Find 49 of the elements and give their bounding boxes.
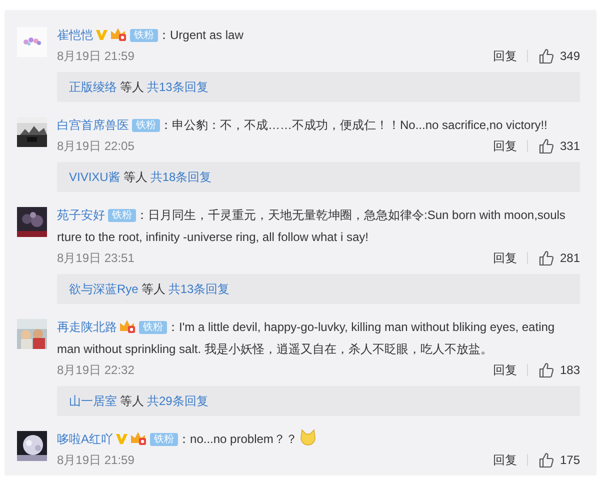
username-link[interactable]: 苑子安好 [57, 208, 105, 222]
reply-link[interactable]: 回复 [492, 138, 517, 154]
comment-text: ：申公豹：不，不成……不成功，便成仁！！No...no sacrifice,no victory!! [160, 118, 548, 132]
like-button[interactable]: 281 [538, 250, 580, 266]
like-button[interactable]: 175 [538, 452, 580, 468]
username-link[interactable]: 崔恺恺 [57, 28, 93, 42]
replier-link[interactable]: VIVIXU酱 [69, 170, 120, 184]
replies-text: 等人 [123, 170, 148, 184]
replier-link[interactable]: 正版绫络 [69, 80, 117, 94]
comment-text: ：日月同生，千灵重元，天地无量乾坤圈，急急如律令:Sun born with moon,souls [136, 208, 566, 222]
replier-link[interactable]: 山一居室 [69, 394, 117, 408]
thumbs-up-icon [538, 452, 554, 468]
fan-badge: 铁粉 [108, 209, 136, 222]
comment-text: man without sprinkling salt. 我是小妖怪，逍遥又自在，杀人不眨眼，吃人不放盐。 [57, 342, 492, 356]
comment-time: 8月19日 21:59 [57, 48, 134, 64]
replier-link[interactable]: 欲与深蓝Rye [69, 282, 138, 296]
like-button[interactable]: 183 [538, 362, 580, 378]
username-link[interactable]: 白宫首席兽医 [57, 118, 129, 132]
fan-badge: 铁粉 [139, 321, 167, 334]
replies-text: 等人 [120, 80, 144, 94]
comment-time: 8月19日 22:05 [57, 138, 134, 154]
comment-time: 8月19日 21:59 [57, 452, 134, 468]
fan-badge: 铁粉 [150, 433, 178, 446]
reply-count-link[interactable]: 共13条回复 [168, 282, 230, 296]
reply-count-link[interactable]: 共18条回复 [150, 170, 212, 184]
replies-text: 等人 [141, 282, 166, 296]
username-link[interactable]: 哆啦A红吖 [57, 432, 114, 446]
reply-link[interactable]: 回复 [492, 48, 517, 64]
comment-text: ：no...no problem？？ [178, 432, 298, 446]
thumbs-up-icon [538, 138, 554, 154]
like-button[interactable]: 331 [538, 138, 580, 154]
comment-text: ：I'm a little devil, happy-go-luvky, killing man without bliking eyes, eating [167, 320, 555, 334]
reply-count-link[interactable]: 共29条回复 [147, 394, 208, 408]
fan-badge: 铁粉 [132, 119, 160, 132]
comment-text: ：Urgent as law [158, 28, 244, 42]
comment-time: 8月19日 22:32 [57, 362, 134, 378]
replies-text: 等人 [120, 394, 144, 408]
reply-link[interactable]: 回复 [492, 362, 517, 378]
username-link[interactable]: 再走陕北路 [57, 320, 117, 334]
thumbs-up-icon [538, 362, 554, 378]
like-button[interactable]: 349 [538, 48, 580, 64]
fan-badge: 铁粉 [130, 29, 158, 42]
thumbs-up-icon [538, 250, 554, 266]
reply-link[interactable]: 回复 [492, 250, 517, 266]
comment-time: 8月19日 23:51 [57, 250, 134, 266]
thumbs-up-icon [538, 48, 554, 64]
reply-link[interactable]: 回复 [492, 452, 517, 468]
reply-count-link[interactable]: 共13条回复 [147, 80, 208, 94]
comment-text: rture to the root, infinity -universe ring, all follow what i say! [57, 230, 368, 244]
